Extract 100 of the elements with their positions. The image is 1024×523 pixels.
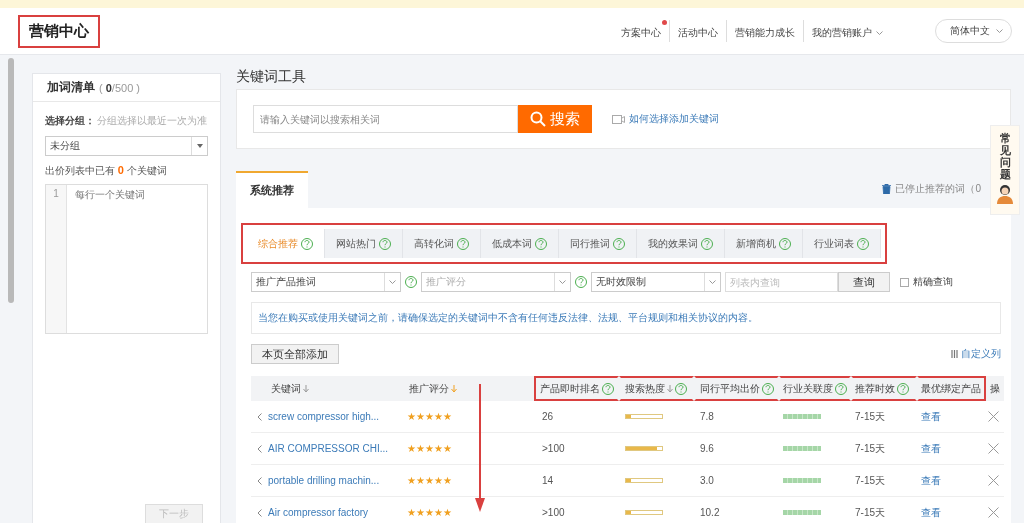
table-cell-text: 7-15天 [854, 409, 886, 424]
view-link[interactable]: 查看 [921, 409, 941, 424]
category-tab[interactable]: 同行推词 [559, 229, 637, 258]
column-header[interactable]: 行业关联度 [779, 376, 851, 401]
keyword-link[interactable]: portable drilling machin... [268, 475, 380, 486]
help-icon[interactable] [779, 237, 791, 250]
help-icon[interactable] [897, 382, 909, 395]
group-label: 选择分组： [45, 114, 95, 128]
table-cell-text: 14 [541, 474, 555, 488]
nav-link[interactable]: 营销能力成长 [726, 20, 803, 42]
help-icon[interactable] [457, 237, 469, 250]
help-icon[interactable] [701, 237, 713, 250]
heat-meter [625, 446, 663, 451]
help-icon[interactable] [762, 382, 774, 395]
existing-note: 出价列表中已有 0 个关键词 [45, 164, 168, 178]
help-icon[interactable] [835, 382, 847, 395]
column-header[interactable]: 推荐时效 [851, 376, 917, 401]
custom-columns-link[interactable]: 自定义列 [951, 347, 1001, 361]
page-title: 营销中心 [18, 14, 100, 48]
chevron-down-icon [389, 279, 396, 285]
section-tab[interactable]: 系统推荐 [236, 171, 308, 208]
sort-arrow-icon[interactable] [303, 384, 309, 393]
close-icon[interactable] [988, 411, 999, 422]
chevron-down-icon [559, 279, 566, 285]
query-button[interactable]: 查询 [838, 272, 890, 292]
table-cell-text: 7-15天 [854, 473, 886, 488]
column-header[interactable]: 同行平均出价 [694, 376, 779, 401]
column-header[interactable]: 推广评分 [399, 376, 534, 401]
nav-link[interactable]: 我的营销账户 [803, 20, 891, 42]
product-select[interactable]: 推广产品推词 [251, 272, 401, 292]
table-cell-text: 7-15天 [854, 441, 886, 456]
star-rating: ★★★★★ [407, 411, 452, 422]
view-link[interactable]: 查看 [921, 505, 941, 520]
time-select[interactable]: 无时效限制 [591, 272, 721, 292]
category-tab[interactable]: 低成本词 [481, 229, 559, 258]
column-header[interactable]: 关键词 [251, 376, 399, 401]
keyword-link[interactable]: AIR COMPRESSOR CHI... [268, 443, 388, 454]
search-field[interactable]: 请输入关键词以搜索相关词 [253, 105, 518, 133]
relevance-meter [783, 510, 821, 515]
star-rating: ★★★★★ [407, 507, 452, 518]
table-cell-text: >100 [541, 506, 566, 520]
close-icon[interactable] [988, 443, 999, 454]
nav-link[interactable]: 方案中心 [613, 20, 669, 42]
relevance-meter [783, 414, 821, 419]
column-header[interactable]: 搜索热度 [619, 376, 694, 401]
scrollbar[interactable] [8, 58, 14, 303]
language-select[interactable]: 简体中文 [935, 19, 1012, 43]
heat-meter [625, 414, 663, 419]
nav-link[interactable]: 活动中心 [669, 20, 726, 42]
category-tab[interactable]: 网站热门 [325, 229, 403, 258]
caret-down-icon [196, 144, 203, 148]
checkbox-label: 精确查询 [913, 275, 953, 289]
table-cell-text: 3.0 [699, 474, 715, 488]
category-tab[interactable]: 行业词表 [803, 229, 881, 258]
chevron-down-icon [876, 30, 883, 36]
sort-arrow-icon[interactable] [667, 384, 673, 393]
table-cell-text: 7-15天 [854, 505, 886, 520]
chevron-down-icon [996, 28, 1003, 34]
video-icon [612, 114, 625, 124]
table-cell-text: 9.6 [699, 442, 715, 456]
sort-arrow-icon[interactable] [451, 384, 457, 393]
category-tab[interactable]: 高转化词 [403, 229, 481, 258]
help-icon[interactable] [613, 237, 625, 250]
help-icon[interactable] [602, 382, 614, 395]
person-icon [996, 184, 1014, 205]
help-link[interactable]: 如何选择添加关键词 [612, 112, 719, 126]
chevron-left-icon[interactable] [257, 412, 262, 421]
column-header[interactable]: 最优绑定产品 [917, 376, 986, 401]
help-icon[interactable] [857, 237, 869, 250]
help-icon[interactable] [301, 237, 313, 250]
keyword-link[interactable]: Air compressor factory [268, 507, 369, 518]
help-icon[interactable] [379, 237, 391, 250]
category-tab[interactable]: 我的效果词 [637, 229, 725, 258]
help-icon[interactable] [675, 382, 687, 395]
section-title: 关键词工具 [236, 68, 307, 86]
help-icon[interactable] [405, 276, 417, 288]
star-rating: ★★★★★ [407, 475, 452, 486]
view-link[interactable]: 查看 [921, 441, 941, 456]
faq-widget[interactable]: 常见问题 [990, 125, 1020, 215]
table-cell-text: >100 [541, 442, 566, 456]
filter-field[interactable]: 列表内查询 [725, 272, 838, 292]
chevron-left-icon[interactable] [257, 444, 262, 453]
help-icon[interactable] [535, 237, 547, 250]
checkbox[interactable] [900, 277, 909, 287]
chevron-left-icon[interactable] [257, 476, 262, 485]
close-icon[interactable] [988, 475, 999, 486]
relevance-meter [783, 446, 821, 451]
group-select[interactable]: 未分组 [45, 136, 208, 156]
table-cell-text: 26 [541, 410, 555, 424]
columns-icon [951, 350, 958, 358]
add-all-button[interactable]: 本页全部添加 [251, 344, 339, 364]
help-icon[interactable] [575, 276, 587, 288]
close-icon[interactable] [988, 507, 999, 518]
column-header[interactable]: 产品即时排名 [534, 376, 619, 401]
keyword-link[interactable]: screw compressor high... [268, 411, 380, 422]
category-tab[interactable]: 新增商机 [725, 229, 803, 258]
table-cell-text: 10.2 [699, 506, 721, 520]
chevron-left-icon[interactable] [257, 508, 262, 517]
view-link[interactable]: 查看 [921, 473, 941, 488]
column-header[interactable]: 操 [986, 376, 1004, 401]
